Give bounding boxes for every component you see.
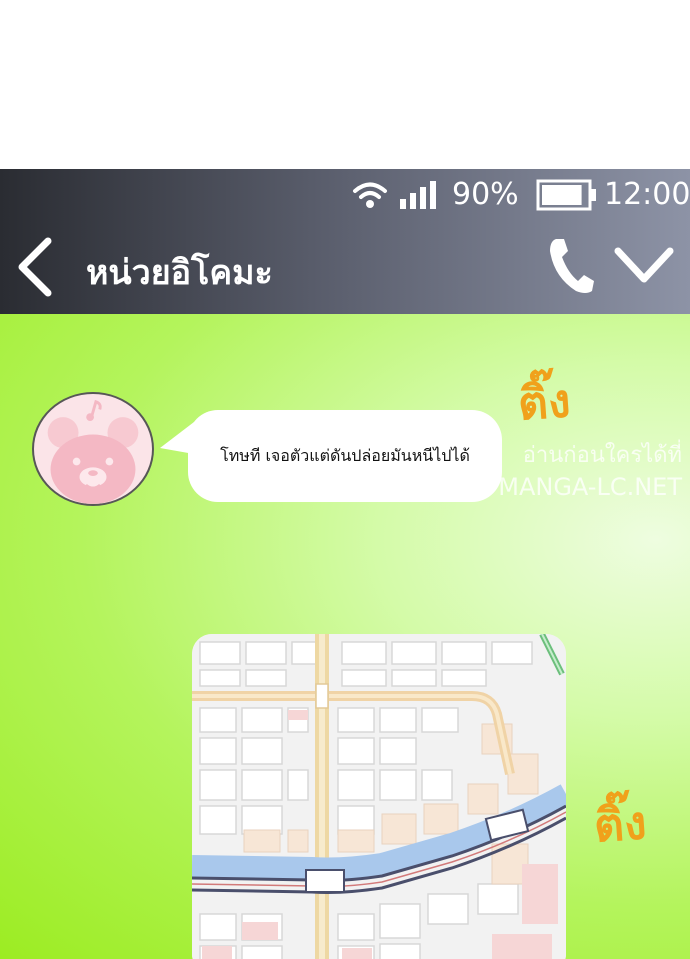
bear-avatar-icon (47, 399, 139, 504)
status-clock: 12:00 (604, 177, 690, 212)
chat-area: โทษที เจอตัวแต่ดันปล่อยมันหนีไปได้ ติ๊ง … (0, 314, 690, 959)
chevron-down-icon[interactable] (612, 241, 676, 289)
map-image-message[interactable] (192, 634, 566, 959)
battery-percentage: 90% (452, 177, 519, 212)
back-arrow-icon[interactable] (12, 235, 58, 299)
sound-effect-ting: ติ๊ง (516, 373, 573, 431)
sound-effect-ting-2: ติ๊ง (592, 795, 649, 853)
phone-icon[interactable] (546, 233, 596, 297)
watermark-line-2: MANGA-LC.NET (498, 473, 682, 502)
message-bubble: โทษที เจอตัวแต่ดันปล่อยมันหนีไปได้ (188, 410, 502, 502)
top-blank-area (0, 0, 690, 169)
map-image (192, 634, 566, 959)
battery-icon (536, 179, 596, 211)
wifi-icon (353, 182, 387, 208)
message-text: โทษที เจอตัวแต่ดันปล่อยมันหนีไปได้ (220, 445, 470, 465)
chat-header: หน่วยอิโคมะ (0, 221, 690, 314)
avatar (32, 392, 154, 506)
watermark-line-1: อ่านก่อนใครได้ที่ (522, 443, 682, 468)
status-bar: 90% 12:00 (0, 169, 690, 221)
watermark: อ่านก่อนใครได้ที่ MANGA-LC.NET (482, 443, 682, 502)
chat-title: หน่วยอิโคมะ (86, 253, 273, 293)
signal-icon (400, 181, 436, 209)
